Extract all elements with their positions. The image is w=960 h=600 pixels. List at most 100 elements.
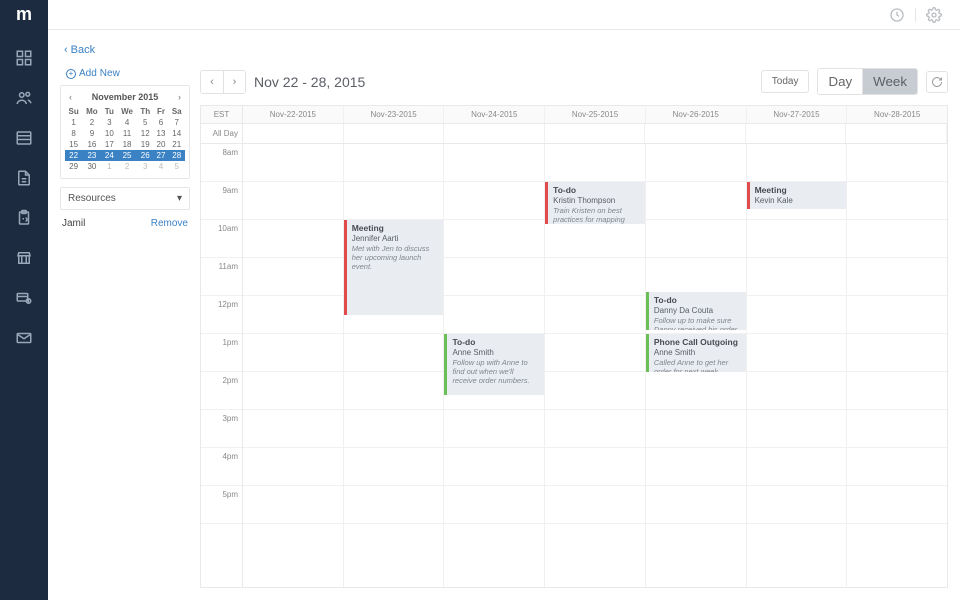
nav-mail-icon[interactable] [14,328,34,348]
mini-cal-weekday: Mo [82,106,101,117]
mini-cal-day[interactable]: 1 [102,161,117,172]
event-title: To-do [654,295,741,306]
mini-cal-day[interactable]: 26 [137,150,153,161]
app-logo[interactable]: m [0,0,48,30]
calendar-event[interactable]: MeetingKevin Kale [747,182,847,209]
chevron-left-icon: ‹ [64,44,68,56]
mini-cal-day[interactable]: 5 [137,117,153,128]
all-day-slot[interactable] [545,124,646,143]
back-link[interactable]: ‹Back [64,44,95,56]
nav-people-icon[interactable] [14,88,34,108]
mini-cal-day[interactable]: 28 [168,150,185,161]
event-title: Meeting [755,185,842,196]
mini-cal-day[interactable]: 19 [137,139,153,150]
all-day-slot[interactable] [846,124,947,143]
mini-cal-day[interactable]: 23 [82,150,101,161]
mini-cal-day[interactable]: 8 [65,128,82,139]
day-column[interactable]: To-doAnne SmithFollow up with Anne to fi… [444,144,545,587]
resources-dropdown[interactable]: Resources ▾ [60,187,190,210]
new-button[interactable]: New [100,68,120,79]
mini-cal-day[interactable]: 17 [102,139,117,150]
day-column[interactable] [847,144,947,587]
calendar-event[interactable]: To-doDanny Da CoutaFollow up to make sur… [646,292,746,330]
mini-cal-day[interactable]: 4 [153,161,168,172]
event-title: To-do [452,337,539,348]
mini-cal-next[interactable]: › [178,92,181,102]
mini-cal-month: November 2015 [92,92,159,102]
nav-dashboard-icon[interactable] [14,48,34,68]
mini-cal-day[interactable]: 5 [168,161,185,172]
today-button[interactable]: Today [761,70,810,93]
day-column[interactable] [243,144,344,587]
mini-cal-day[interactable]: 6 [153,117,168,128]
calendar-event[interactable]: Phone Call OutgoingAnne SmithCalled Anne… [646,334,746,372]
nav-document-icon[interactable] [14,168,34,188]
refresh-button[interactable] [926,71,948,93]
all-day-slot[interactable] [746,124,847,143]
mini-cal-day[interactable]: 3 [102,117,117,128]
day-header: Nov-25-2015 [545,106,646,123]
calendar-event[interactable]: To-doAnne SmithFollow up with Anne to fi… [444,334,544,395]
mini-cal-prev[interactable]: ‹ [69,92,72,102]
hour-label: 3pm [201,410,242,448]
mini-cal-day[interactable]: 13 [153,128,168,139]
nav-list-icon[interactable] [14,128,34,148]
all-day-slot[interactable] [444,124,545,143]
hour-label: 2pm [201,372,242,410]
day-column[interactable]: MeetingKevin Kale [747,144,848,587]
day-column[interactable]: To-doDanny Da CoutaFollow up to make sur… [646,144,747,587]
all-day-slot[interactable] [344,124,445,143]
event-desc: Train Kristen on best practices for mapp… [553,206,640,224]
mini-cal-day[interactable]: 21 [168,139,185,150]
mini-cal-day[interactable]: 15 [65,139,82,150]
mini-cal-day[interactable]: 1 [65,117,82,128]
resource-row: Jamil Remove [60,210,190,229]
view-day[interactable]: Day [818,69,862,94]
nav-clipboard-icon[interactable] [14,208,34,228]
calendar-event[interactable]: MeetingJennifer AartiMet with Jen to dis… [344,220,444,315]
mini-cal-day[interactable]: 14 [168,128,185,139]
plus-icon: + [66,69,76,79]
mini-cal-grid[interactable]: SuMoTuWeThFrSa 1234567891011121314151617… [65,106,185,172]
mini-cal-day[interactable]: 29 [65,161,82,172]
day-header: Nov-26-2015 [646,106,747,123]
hour-label: 12pm [201,296,242,334]
nav-payment-icon[interactable] [14,288,34,308]
remove-resource[interactable]: Remove [151,218,188,229]
day-column[interactable]: To-doKristin ThompsonTrain Kristen on be… [545,144,646,587]
mini-cal-day[interactable]: 30 [82,161,101,172]
day-column[interactable]: MeetingJennifer AartiMet with Jen to dis… [344,144,445,587]
view-week[interactable]: Week [862,69,917,94]
nav-rail [0,0,48,600]
all-day-slot[interactable] [243,124,344,143]
mini-cal-day[interactable]: 7 [168,117,185,128]
nav-store-icon[interactable] [14,248,34,268]
mini-cal-day[interactable]: 16 [82,139,101,150]
mini-cal-day[interactable]: 24 [102,150,117,161]
cal-prev[interactable]: ‹ [201,71,223,93]
mini-cal-day[interactable]: 27 [153,150,168,161]
mini-cal-day[interactable]: 22 [65,150,82,161]
all-day-slot[interactable] [645,124,746,143]
mini-cal-day[interactable]: 4 [117,117,137,128]
mini-cal-day[interactable]: 20 [153,139,168,150]
event-title: Phone Call Outgoing [654,337,741,348]
mini-cal-day[interactable]: 9 [82,128,101,139]
mini-cal-day[interactable]: 10 [102,128,117,139]
mini-cal-day[interactable]: 11 [117,128,137,139]
add-button[interactable]: Add [79,68,97,79]
mini-cal-day[interactable]: 2 [82,117,101,128]
mini-cal-day[interactable]: 12 [137,128,153,139]
cal-next[interactable]: › [223,71,245,93]
calendar-event[interactable]: To-doKristin ThompsonTrain Kristen on be… [545,182,645,224]
clock-icon[interactable] [889,7,905,23]
day-header: Nov-28-2015 [847,106,947,123]
mini-cal-day[interactable]: 25 [117,150,137,161]
view-segment: Day Week [817,68,918,95]
mini-cal-day[interactable]: 18 [117,139,137,150]
mini-cal-day[interactable]: 3 [137,161,153,172]
mini-cal-day[interactable]: 2 [117,161,137,172]
event-subtitle: Kevin Kale [755,196,842,206]
gear-icon[interactable] [926,7,942,23]
mini-calendar: ‹ November 2015 › SuMoTuWeThFrSa 1234567… [60,85,190,179]
